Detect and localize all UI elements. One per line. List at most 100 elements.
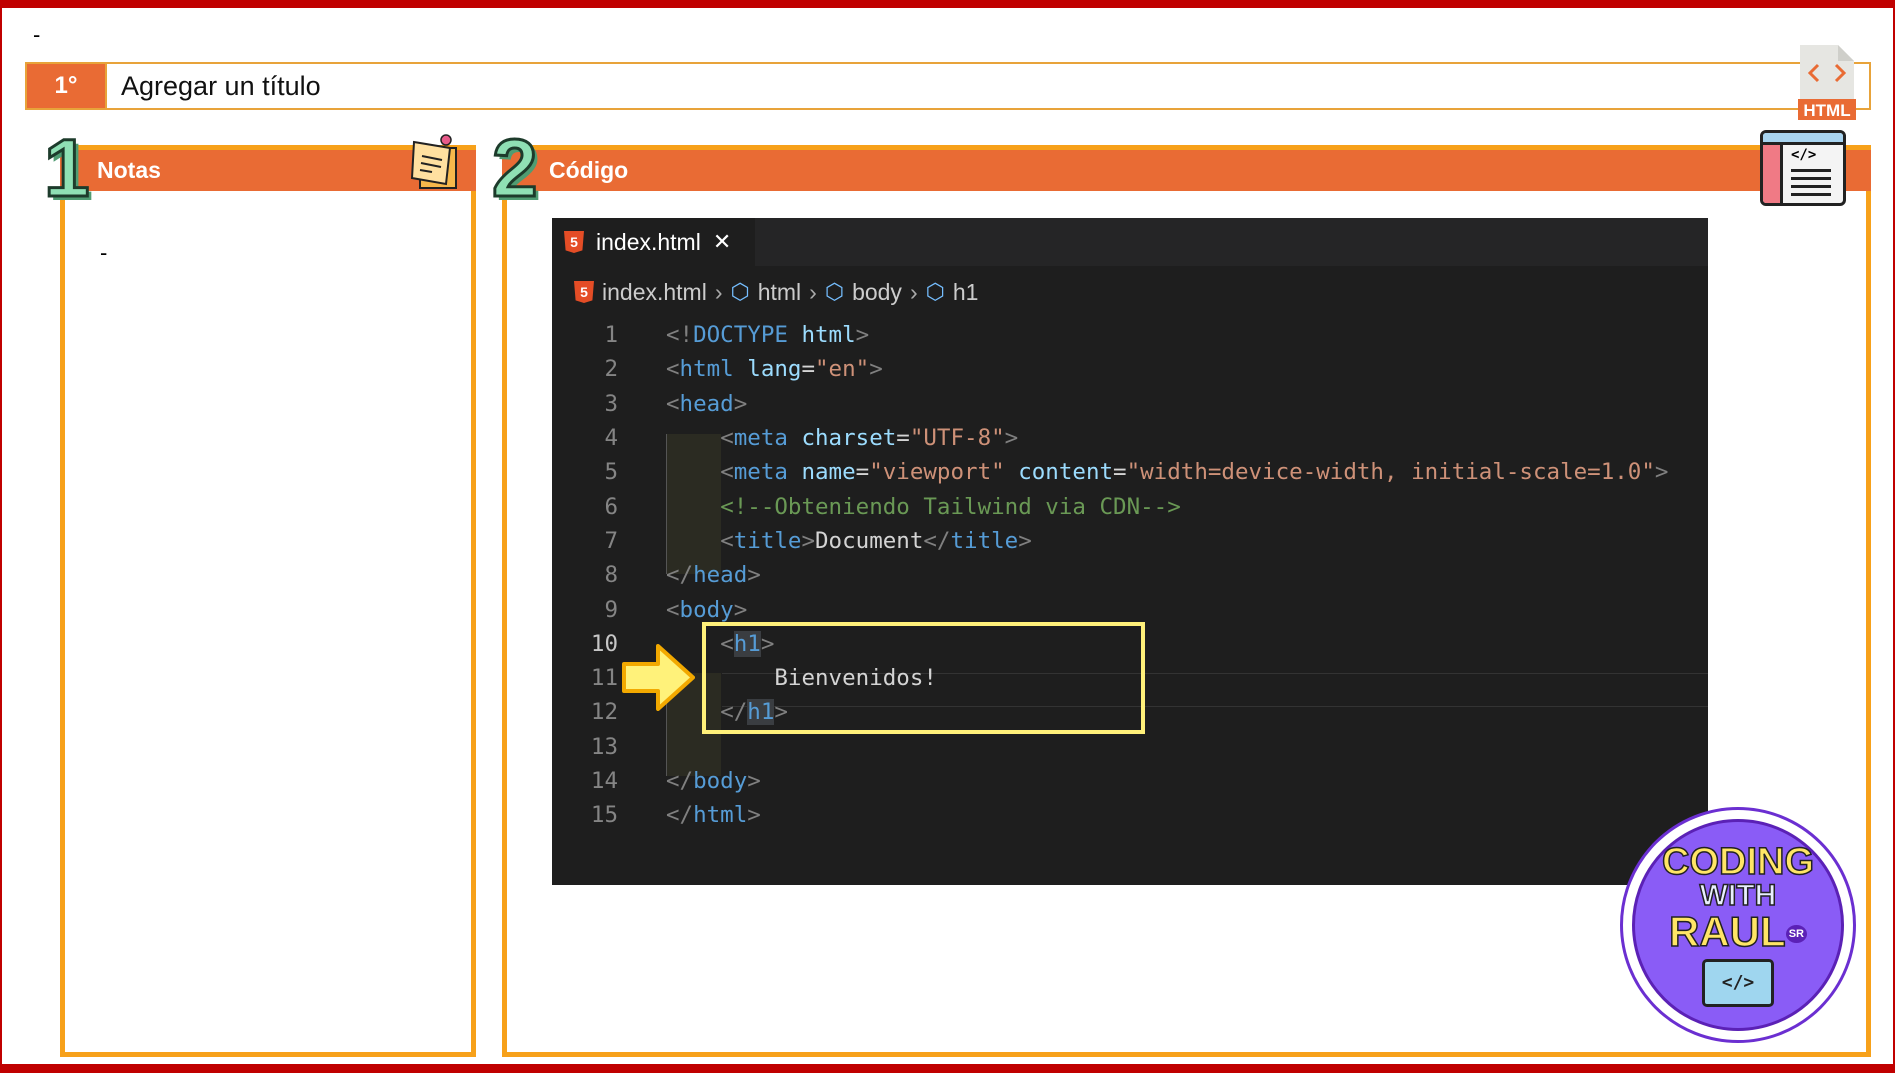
- close-icon[interactable]: ✕: [713, 229, 731, 255]
- code-token: <: [666, 596, 680, 623]
- code-token: html: [801, 322, 856, 349]
- code-editor: 5 index.html ✕ 5 index.html › ⬡ html › ⬡…: [552, 218, 1708, 885]
- code-token: </: [666, 802, 694, 829]
- code-token: title: [733, 527, 802, 554]
- code-token: <: [666, 356, 680, 383]
- code-token: charset: [801, 425, 897, 452]
- top-frame-bar: [0, 0, 1895, 8]
- code-token: =: [801, 356, 816, 383]
- html5-icon: 5: [564, 231, 584, 253]
- code-line[interactable]: 5 <meta name="viewport" content="width=d…: [552, 455, 1708, 489]
- cube-icon: ⬡: [824, 279, 845, 304]
- code-text: <meta name="viewport" content="width=dev…: [618, 459, 1668, 485]
- breadcrumb-item[interactable]: body: [852, 279, 902, 306]
- line-number: 15: [590, 802, 618, 829]
- code-token: <: [720, 527, 734, 554]
- code-text: <!DOCTYPE html>: [618, 322, 869, 348]
- code-token: body: [679, 596, 734, 623]
- logo-line-3-text: RAUL: [1668, 908, 1786, 955]
- line-number: 10: [590, 630, 618, 657]
- code-token: <!--Obteniendo Tailwind via CDN-->: [720, 493, 1181, 520]
- code-token: content: [1018, 459, 1114, 486]
- code-line[interactable]: 3 <head>: [552, 387, 1708, 421]
- left-frame-bar: [0, 0, 2, 1073]
- arrow-right-icon: [622, 644, 695, 711]
- code-token: body: [693, 768, 748, 794]
- code-token: >: [733, 596, 748, 623]
- cube-icon: ⬡: [925, 279, 945, 304]
- logo-line-2: WITH: [1699, 879, 1777, 912]
- code-line[interactable]: 13: [552, 730, 1708, 764]
- html-file-label: HTML: [1803, 101, 1850, 120]
- code-token: DOCTYPE: [693, 322, 788, 349]
- code-line[interactable]: 4 <meta charset="UTF-8">: [552, 421, 1708, 455]
- code-token: <: [720, 459, 734, 486]
- code-token: html: [679, 356, 734, 383]
- code-text: <meta charset="UTF-8">: [618, 425, 1018, 451]
- line-number: 5: [604, 459, 618, 486]
- code-token: Document: [815, 527, 924, 554]
- step-badge: 1°: [27, 64, 107, 108]
- logo-badge: SR: [1785, 925, 1807, 944]
- step-title-bar: 1° Agregar un título: [25, 62, 1871, 110]
- code-line[interactable]: 1 <!DOCTYPE html>: [552, 318, 1708, 352]
- code-token: lang: [747, 356, 802, 383]
- coding-with-raul-logo: CODING WITH RAUL SR </>: [1620, 807, 1856, 1043]
- top-dash-text: -: [33, 22, 41, 47]
- line-number: 2: [604, 356, 618, 383]
- sticky-note-icon: [410, 134, 457, 189]
- tab-index-html[interactable]: 5 index.html ✕: [552, 218, 755, 266]
- code-token: >: [747, 562, 761, 589]
- code-token: >: [733, 390, 748, 417]
- code-header: Código: [502, 145, 1871, 191]
- code-line[interactable]: 2 <html lang="en">: [552, 352, 1708, 386]
- code-window-icon: </>: [1702, 959, 1774, 1007]
- editor-tab-bar: 5 index.html ✕: [552, 218, 1708, 266]
- code-token: <: [666, 390, 680, 417]
- line-number: 12: [590, 699, 618, 726]
- code-token: head: [679, 390, 734, 417]
- notes-content[interactable]: -: [100, 240, 107, 266]
- breadcrumb-item[interactable]: h1: [953, 279, 979, 306]
- code-line[interactable]: 6 <!--Obteniendo Tailwind via CDN-->: [552, 489, 1708, 523]
- step-number-1: 1: [43, 123, 92, 214]
- code-text: <html lang="en">: [618, 356, 883, 382]
- line-number: 11: [590, 665, 618, 692]
- code-text: <body>: [618, 597, 747, 623]
- code-token: meta: [733, 459, 788, 486]
- code-token: "UTF-8": [909, 425, 1005, 452]
- chevron-right-icon: ›: [809, 278, 817, 305]
- logo-line-1: CODING: [1661, 841, 1815, 883]
- code-lines[interactable]: 1 <!DOCTYPE html> 2 <html lang="en"> 3 <head>…: [552, 318, 1708, 832]
- code-token: >: [1654, 459, 1669, 486]
- breadcrumb-item[interactable]: html: [758, 279, 801, 306]
- code-token: >: [1004, 425, 1019, 452]
- line-number: 6: [604, 493, 618, 520]
- code-token: "width=device-width, initial-scale=1.0": [1126, 459, 1655, 486]
- logo-line-3: RAUL SR: [1668, 908, 1807, 955]
- code-line[interactable]: 7 <title>Document</title>: [552, 524, 1708, 558]
- line-number: 9: [604, 596, 618, 623]
- code-text: </body>: [618, 768, 761, 794]
- breadcrumb-item[interactable]: index.html: [602, 279, 707, 306]
- tab-label: index.html: [596, 228, 701, 255]
- line-number: 8: [604, 562, 618, 589]
- bottom-frame-bar: [0, 1064, 1895, 1073]
- code-token: >: [869, 356, 883, 383]
- code-token: "viewport": [869, 459, 1005, 486]
- code-line[interactable]: 15 </html>: [552, 798, 1708, 832]
- code-token: >: [855, 322, 870, 349]
- code-line[interactable]: 8 </head>: [552, 558, 1708, 592]
- code-token: </: [666, 768, 694, 794]
- code-token: >: [747, 768, 761, 794]
- code-line[interactable]: 14 </body>: [552, 764, 1708, 798]
- chevron-right-icon: ›: [714, 278, 723, 305]
- code-token: title: [950, 527, 1019, 554]
- highlight-box: [702, 622, 1145, 734]
